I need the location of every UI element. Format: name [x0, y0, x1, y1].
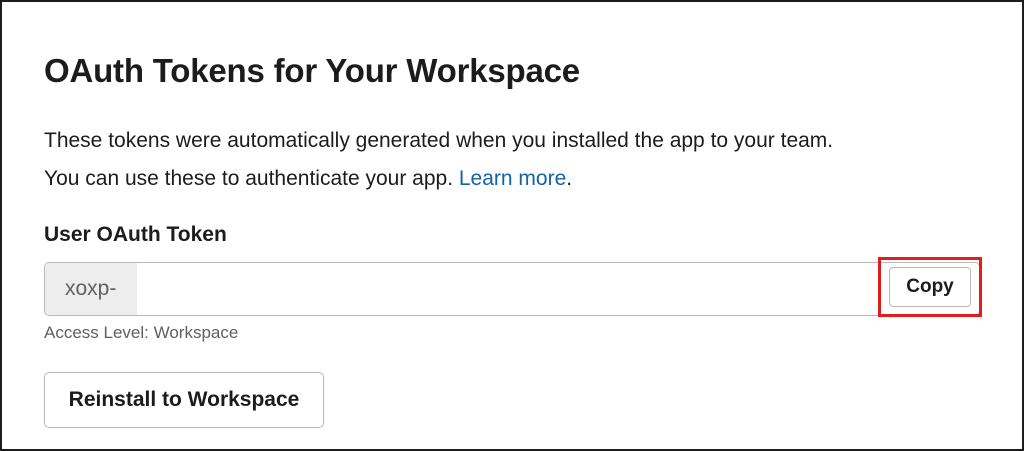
- section-description: These tokens were automatically generate…: [44, 122, 994, 198]
- oauth-tokens-panel: OAuth Tokens for Your Workspace These to…: [0, 0, 1024, 451]
- user-oauth-token-label: User OAuth Token: [44, 223, 227, 246]
- reinstall-to-workspace-button[interactable]: Reinstall to Workspace: [44, 372, 324, 428]
- token-value: xoxp-: [65, 277, 117, 300]
- access-level-text: Access Level: Workspace: [44, 323, 239, 342]
- section-title: OAuth Tokens for Your Workspace: [44, 52, 580, 89]
- description-line-2: You can use these to authenticate your a…: [44, 167, 459, 190]
- description-line-1: These tokens were automatically generate…: [44, 129, 834, 152]
- user-oauth-token-field[interactable]: xoxp-: [44, 262, 980, 316]
- copy-button[interactable]: Copy: [889, 267, 971, 307]
- learn-more-link[interactable]: Learn more: [459, 167, 566, 190]
- description-period: .: [566, 167, 573, 190]
